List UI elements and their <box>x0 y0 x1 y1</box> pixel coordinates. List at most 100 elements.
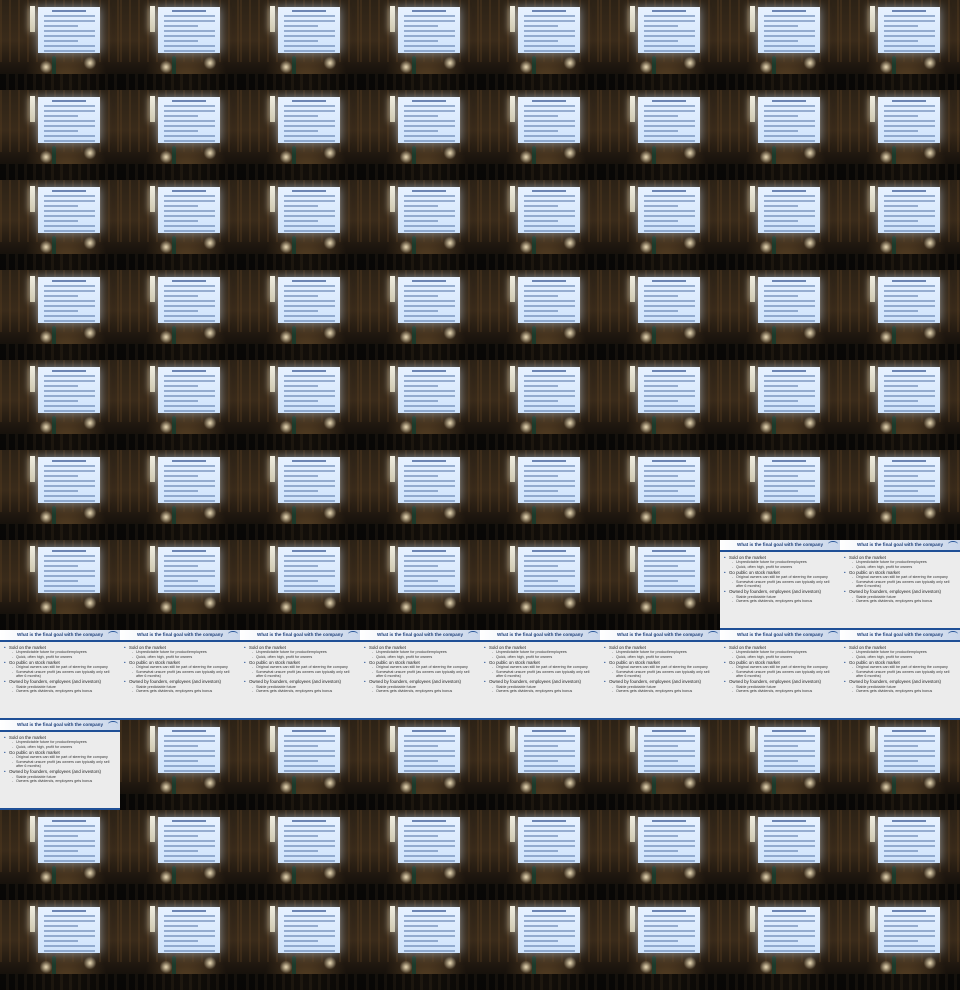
slide-header: What is the final goal with the company <box>720 630 840 642</box>
projection-screen <box>38 457 100 503</box>
projected-text-line <box>284 300 335 302</box>
stage-spotlight-right <box>804 56 816 70</box>
lecture-hall-frame <box>600 180 720 270</box>
projected-text-line <box>44 575 95 577</box>
stage-spotlight-left <box>520 60 532 74</box>
projection-screen <box>758 457 820 503</box>
side-light-panel <box>390 456 395 482</box>
projected-text-line <box>284 835 318 837</box>
lecture-hall-frame <box>0 450 120 540</box>
projected-text-line <box>764 130 798 132</box>
projected-text-line <box>772 820 806 822</box>
projected-text-line <box>284 130 318 132</box>
projected-text-line <box>764 285 815 287</box>
audience-seats <box>240 974 360 990</box>
projected-text-line <box>644 20 695 22</box>
side-light-panel <box>870 6 875 32</box>
projected-text-line <box>404 400 438 402</box>
projected-text-line <box>412 190 446 192</box>
lecture-hall-frame <box>480 720 600 810</box>
projected-text-line <box>404 835 438 837</box>
projected-text-line <box>524 475 558 477</box>
lecture-hall-frame <box>480 810 600 900</box>
stage-spotlight-right <box>804 956 816 970</box>
projected-text-line <box>164 225 215 227</box>
projected-text-line <box>644 470 695 472</box>
presenter-figure <box>652 232 656 254</box>
projected-text-line <box>44 320 95 322</box>
projected-text-line <box>284 120 335 122</box>
projected-text-line <box>524 205 558 207</box>
stage-spotlight-right <box>804 146 816 160</box>
projected-text-line <box>52 100 86 102</box>
presenter-figure <box>892 142 896 164</box>
projected-text-line <box>164 565 198 567</box>
lecture-hall-frame <box>720 0 840 90</box>
lecture-hall-frame <box>240 540 360 630</box>
stage-spotlight-left <box>880 780 892 794</box>
side-light-panel <box>750 276 755 302</box>
projected-text-line <box>524 105 575 107</box>
projected-text-line <box>764 500 815 502</box>
presenter-figure <box>412 772 416 794</box>
projected-text-line <box>524 210 575 212</box>
projected-text-line <box>44 205 78 207</box>
projection-screen <box>518 547 580 593</box>
stage-spotlight-left <box>40 420 52 434</box>
projected-text-line <box>44 850 78 852</box>
projected-text-line <box>644 950 695 952</box>
projected-text-line <box>524 395 575 397</box>
projected-text-line <box>284 200 335 202</box>
projected-text-line <box>644 735 695 737</box>
projected-text-line <box>644 195 695 197</box>
presenter-figure <box>772 772 776 794</box>
projected-text-line <box>884 295 918 297</box>
projected-text-line <box>44 130 78 132</box>
projected-text-line <box>404 490 438 492</box>
projected-text-line <box>644 380 695 382</box>
projected-text-line <box>164 110 215 112</box>
stage-spotlight-right <box>684 506 696 520</box>
projected-text-line <box>764 25 798 27</box>
projected-text-line <box>404 855 455 857</box>
projected-text-line <box>764 380 815 382</box>
projected-text-line <box>284 105 335 107</box>
projected-text-line <box>292 820 326 822</box>
projected-text-line <box>644 300 695 302</box>
projected-text-line <box>44 400 78 402</box>
projected-text-line <box>884 125 935 127</box>
projected-text-line <box>44 585 95 587</box>
projected-text-line <box>164 920 215 922</box>
projected-text-line <box>764 205 798 207</box>
projected-text-line <box>284 45 335 47</box>
logo-icon <box>108 721 118 727</box>
projected-text-line <box>652 730 686 732</box>
projected-text-line <box>644 285 695 287</box>
projected-text-line <box>404 915 455 917</box>
projected-text-line <box>764 735 815 737</box>
presenter-figure <box>892 772 896 794</box>
presenter-figure <box>652 322 656 344</box>
projected-text-line <box>164 40 198 42</box>
presenter-figure <box>412 232 416 254</box>
stage-spotlight-left <box>160 150 172 164</box>
side-light-panel <box>150 186 155 212</box>
projected-text-line <box>884 500 935 502</box>
projected-text-line <box>164 935 215 937</box>
sub-bullet-point: Quick, often high, profit for owners <box>244 655 357 660</box>
audience-seats <box>480 344 600 360</box>
lecture-hall-frame <box>240 180 360 270</box>
projected-text-line <box>164 590 215 592</box>
projected-text-line <box>284 755 335 757</box>
stage-spotlight-left <box>760 960 772 974</box>
projection-screen <box>878 817 940 863</box>
stage-spotlight-right <box>84 866 96 880</box>
stage-spotlight-left <box>880 60 892 74</box>
projected-text-line <box>284 285 335 287</box>
projected-text-line <box>164 945 215 947</box>
projected-text-line <box>172 730 206 732</box>
projected-text-line <box>764 835 798 837</box>
projected-text-line <box>404 135 455 137</box>
projected-text-line <box>404 840 455 842</box>
projected-text-line <box>412 910 446 912</box>
